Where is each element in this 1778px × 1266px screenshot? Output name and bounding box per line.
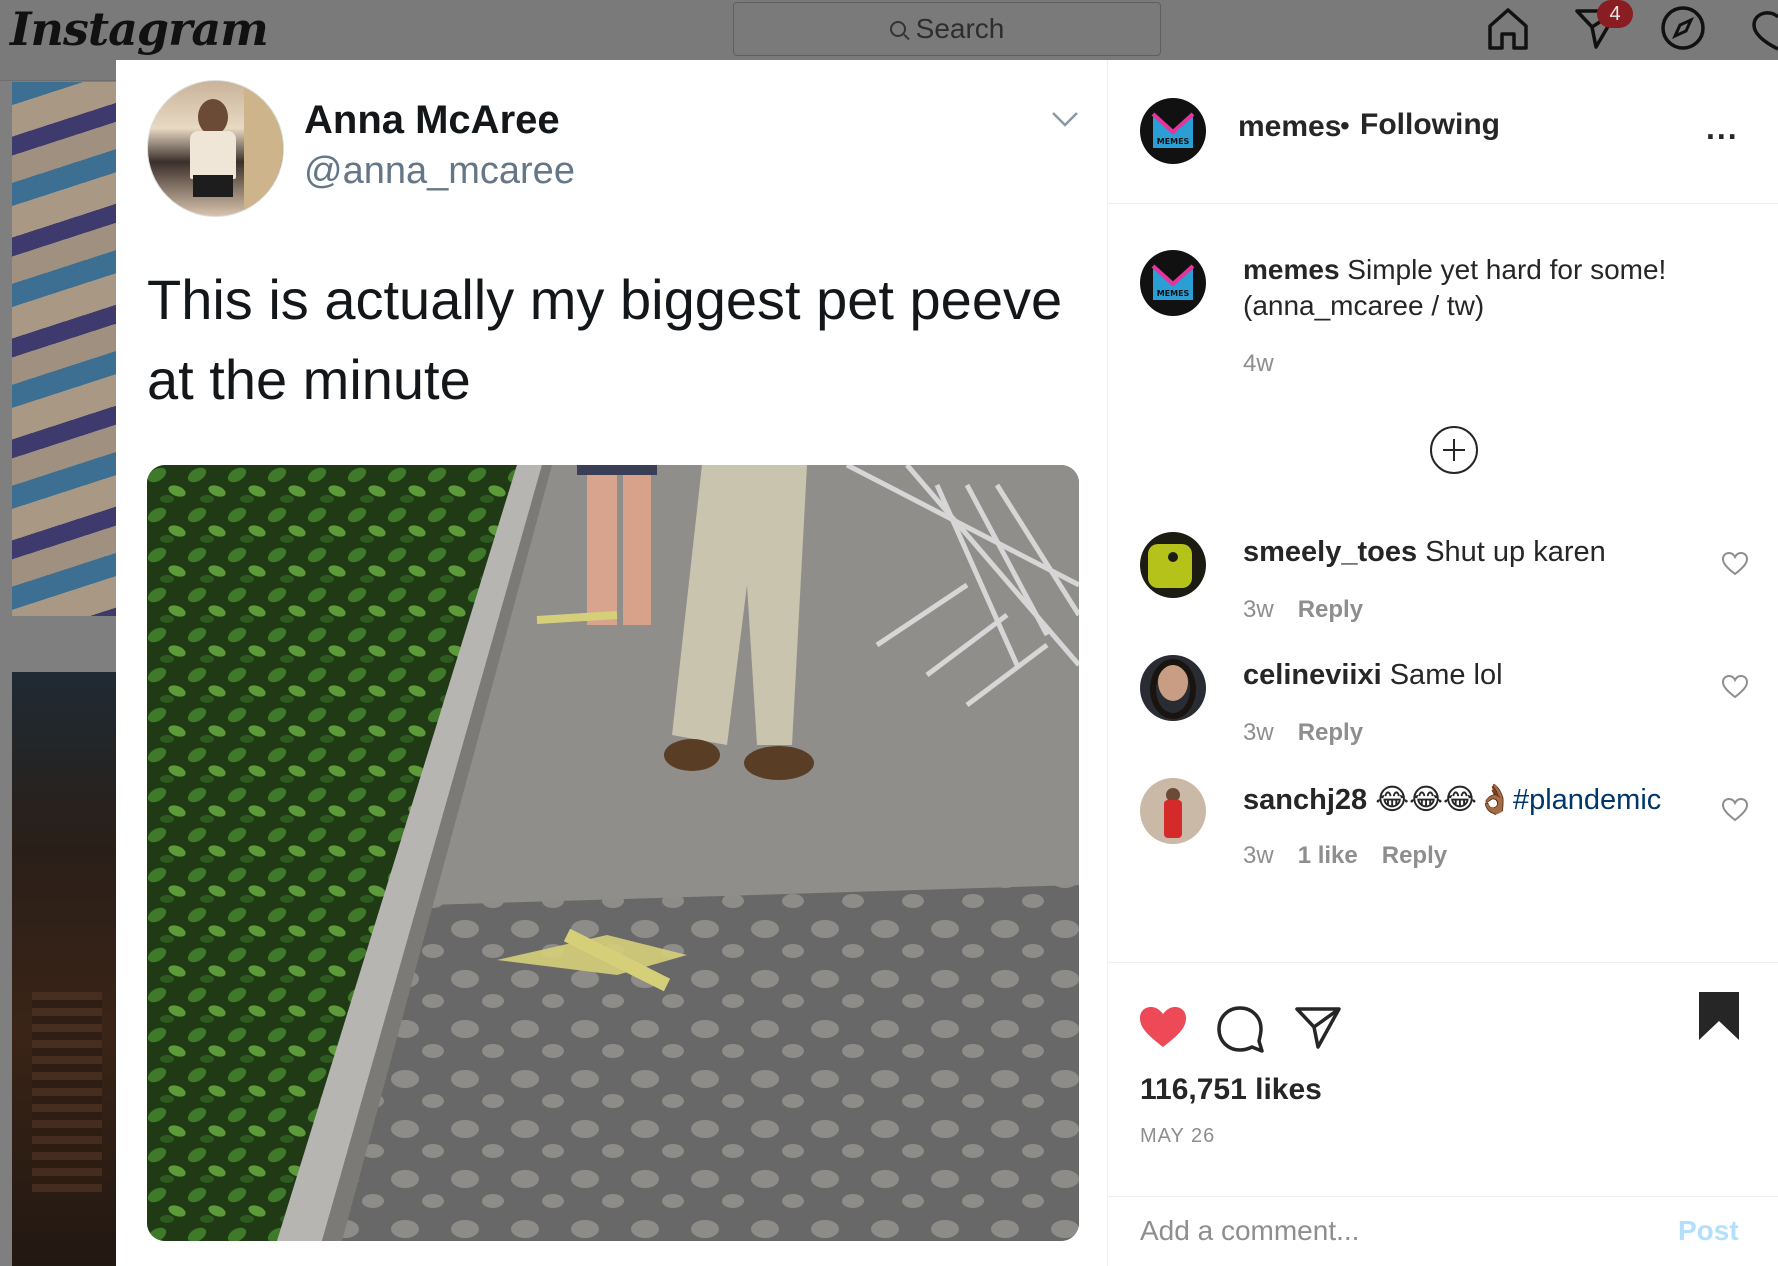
comment-timestamp[interactable]: 3w [1243, 842, 1274, 870]
reply-button[interactable]: Reply [1382, 842, 1447, 870]
post-header: MEMES memes • Following ... [1108, 60, 1778, 204]
saved-bookmark-icon[interactable] [1698, 991, 1740, 1046]
comment-timestamp[interactable]: 3w [1243, 596, 1274, 624]
memes-avatar-label: MEMES [1157, 137, 1190, 146]
comment-item: celineviixi Same lol 3w Reply [1108, 655, 1778, 775]
commenter-avatar[interactable] [1140, 778, 1206, 844]
tweet-photo [147, 465, 1079, 1241]
post-caption: memes Simple yet hard for some! (anna_mc… [1243, 252, 1763, 324]
tweet-author-avatar [147, 80, 284, 217]
home-icon[interactable] [1484, 0, 1532, 56]
commenter-avatar[interactable] [1140, 532, 1206, 598]
comment-emoji: 😂😂😂👌🏾 [1375, 784, 1513, 816]
comment-text: smeely_toes Shut up karen [1243, 536, 1606, 568]
tweet-author-handle: @anna_mcaree [304, 150, 575, 192]
memes-avatar[interactable]: MEMES [1140, 98, 1206, 164]
comment-like-heart-icon[interactable] [1721, 674, 1749, 704]
reply-button[interactable]: Reply [1298, 596, 1363, 624]
memes-avatar-label: MEMES [1157, 289, 1190, 298]
chevron-down-icon [1051, 110, 1079, 133]
comment-bubble-icon[interactable] [1216, 1005, 1264, 1058]
like-count[interactable]: 116,751 likes [1140, 1073, 1322, 1107]
caption-author-avatar[interactable]: MEMES [1140, 250, 1206, 316]
comment-meta: 3w Reply [1243, 719, 1363, 747]
comment-meta: 3w Reply [1243, 596, 1363, 624]
load-more-comments-icon[interactable] [1430, 426, 1478, 474]
like-heart-icon[interactable] [1138, 1005, 1188, 1054]
more-options-button[interactable]: ... [1706, 110, 1739, 147]
commenter-username[interactable]: sanchj28 [1243, 784, 1367, 816]
post-author-username[interactable]: memes [1238, 110, 1341, 144]
commenter-username[interactable]: smeely_toes [1243, 536, 1417, 568]
comment-meta: 3w 1 like Reply [1243, 842, 1447, 870]
hashtag-link[interactable]: #plandemic [1513, 784, 1661, 816]
feed-thumbnail[interactable] [12, 672, 116, 1266]
caption-username[interactable]: memes [1243, 254, 1340, 285]
share-paper-plane-icon[interactable] [1294, 1005, 1342, 1056]
comment-like-heart-icon[interactable] [1721, 551, 1749, 581]
comment-text: sanchj28 😂😂😂👌🏾#plandemic [1243, 782, 1661, 817]
post-modal: Anna McAree @anna_mcaree This is actuall… [116, 60, 1778, 1266]
activity-heart-icon[interactable] [1746, 0, 1778, 56]
instagram-logo[interactable]: Instagram [10, 2, 269, 56]
commenter-username[interactable]: celineviixi [1243, 659, 1382, 691]
feed-thumbnail[interactable] [12, 82, 116, 616]
comment-text: celineviixi Same lol [1243, 659, 1503, 691]
post-comment-button[interactable]: Post [1678, 1215, 1739, 1247]
post-details-panel: MEMES memes • Following ... MEMES memes … [1108, 60, 1778, 1266]
comment-like-count[interactable]: 1 like [1298, 842, 1358, 870]
tweet-text: This is actually my biggest pet peeve at… [147, 268, 1063, 411]
notification-badge: 4 [1597, 0, 1633, 28]
post-media[interactable]: Anna McAree @anna_mcaree This is actuall… [116, 60, 1108, 1266]
commenter-avatar[interactable] [1140, 655, 1206, 721]
add-comment-bar: Post [1108, 1196, 1778, 1266]
following-button[interactable]: Following [1360, 108, 1500, 142]
comment-item: smeely_toes Shut up karen 3w Reply [1108, 532, 1778, 652]
comment-item: sanchj28 😂😂😂👌🏾#plandemic 3w 1 like Reply [1108, 778, 1778, 898]
post-actions: 116,751 likes MAY 26 [1108, 962, 1778, 1202]
post-date[interactable]: MAY 26 [1140, 1125, 1215, 1148]
comment-like-heart-icon[interactable] [1721, 797, 1749, 827]
search-box[interactable]: Search [733, 2, 1161, 56]
reply-button[interactable]: Reply [1298, 719, 1363, 747]
separator-dot: • [1340, 110, 1350, 141]
explore-compass-icon[interactable] [1660, 0, 1706, 56]
comment-timestamp[interactable]: 3w [1243, 719, 1274, 747]
search-icon [889, 21, 906, 37]
tweet-author-name: Anna McAree [304, 98, 560, 142]
caption-timestamp[interactable]: 4w [1243, 350, 1274, 378]
add-comment-input[interactable] [1140, 1209, 1620, 1253]
search-placeholder: Search [915, 13, 1005, 44]
